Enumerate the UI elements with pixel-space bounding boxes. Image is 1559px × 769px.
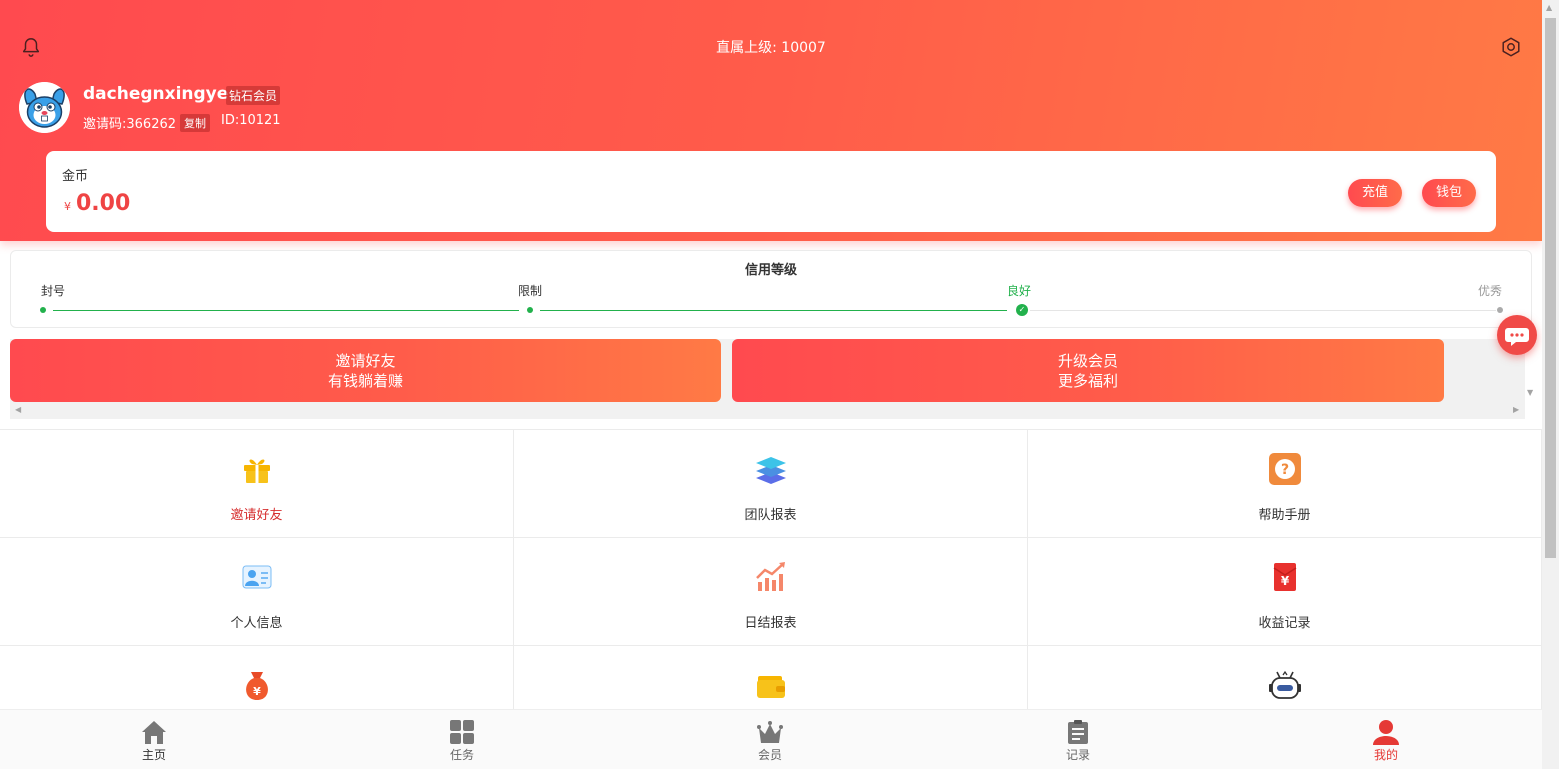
menu-label: 团队报表 — [744, 508, 797, 523]
credit-current-check-icon: ✓ — [1016, 304, 1028, 316]
money-bag-icon: ¥ — [245, 672, 268, 700]
profile-header: 直属上级: 10007 dachegnxingye 钻石会员 邀请码:36626 — [0, 0, 1542, 241]
layers-icon — [755, 457, 786, 484]
gear-icon[interactable] — [1500, 36, 1522, 58]
feature-menu-grid: 邀请好友 团队报表 ? 帮助手册 个人信息 日结报表 ¥ 收益记录 ¥ — [0, 429, 1542, 754]
menu-team-report[interactable]: 团队报表 — [514, 430, 1028, 538]
avatar[interactable] — [19, 82, 70, 133]
grid-icon — [450, 720, 474, 744]
banner-subtitle: 更多福利 — [1057, 372, 1118, 390]
scroll-down-arrow-icon[interactable]: ▼ — [1527, 388, 1533, 397]
banner-title: 邀请好友 — [335, 352, 396, 370]
menu-personal-info[interactable]: 个人信息 — [0, 538, 514, 646]
crown-icon — [757, 721, 783, 743]
banner-title: 升级会员 — [1057, 352, 1118, 370]
red-envelope-icon: ¥ — [1273, 563, 1296, 591]
page-vertical-scrollbar[interactable]: ▲ — [1542, 0, 1559, 769]
home-icon — [142, 721, 166, 744]
credit-remaining-line — [1030, 310, 1496, 311]
scroll-right-arrow-icon[interactable]: ▶ — [1513, 405, 1519, 414]
scroll-up-arrow-icon[interactable]: ▲ — [1546, 3, 1552, 12]
tab-label: 我的 — [1373, 748, 1398, 762]
coin-balance-card: 金币 ¥0.00 充值 钱包 — [46, 151, 1496, 232]
menu-help-manual[interactable]: ? 帮助手册 — [1028, 430, 1542, 538]
robot-icon — [1268, 670, 1301, 699]
help-icon: ? — [1268, 453, 1301, 485]
copy-invite-code-button[interactable]: 复制 — [180, 114, 210, 132]
menu-label: 收益记录 — [1258, 616, 1311, 631]
currency-symbol: ¥ — [64, 200, 71, 213]
svg-text:¥: ¥ — [1280, 574, 1289, 588]
scrollbar-thumb[interactable] — [1545, 18, 1556, 558]
superior-id-text: 直属上级: 10007 — [716, 40, 826, 56]
app-root: 直属上级: 10007 dachegnxingye 钻石会员 邀请码:36626 — [0, 0, 1542, 769]
credit-level-banned: 封号 — [41, 284, 66, 298]
tab-tasks[interactable]: 任务 — [308, 710, 616, 769]
tab-member[interactable]: 会员 — [616, 710, 924, 769]
username: dachegnxingye — [83, 84, 229, 104]
menu-daily-report[interactable]: 日结报表 — [514, 538, 1028, 646]
wallet-button[interactable]: 钱包 — [1422, 179, 1477, 207]
upgrade-member-banner[interactable]: 升级会员 更多福利 — [732, 339, 1444, 402]
user-id-text: ID:10121 — [221, 113, 281, 128]
scroll-left-arrow-icon[interactable]: ◀ — [15, 405, 21, 414]
tab-label: 任务 — [449, 748, 474, 762]
tab-home[interactable]: 主页 — [0, 710, 308, 769]
menu-earnings-record[interactable]: ¥ 收益记录 — [1028, 538, 1542, 646]
bottom-tab-bar: 主页 任务 会员 记录 我的 — [0, 709, 1542, 769]
coin-label: 金币 — [62, 169, 89, 184]
banner-subtitle: 有钱躺着赚 — [327, 372, 403, 390]
invite-friends-banner[interactable]: 邀请好友 有钱躺着赚 — [10, 339, 721, 402]
chat-bubble-icon — [1505, 328, 1529, 346]
credit-step-dot — [527, 307, 533, 313]
menu-invite-friends[interactable]: 邀请好友 — [0, 430, 514, 538]
customer-service-chat-button[interactable] — [1497, 315, 1537, 355]
vip-level-badge: 钻石会员 — [226, 86, 281, 105]
tab-label: 主页 — [141, 748, 166, 762]
chart-up-icon — [755, 562, 785, 591]
credit-step-dot — [40, 307, 46, 313]
credit-level-restricted: 限制 — [518, 284, 543, 298]
credit-progress-line — [53, 310, 519, 311]
id-card-icon — [242, 565, 271, 589]
tab-records[interactable]: 记录 — [924, 710, 1232, 769]
clipboard-icon — [1068, 720, 1088, 744]
svg-text:¥: ¥ — [253, 685, 261, 698]
credit-level-card: 信用等级 封号 限制 良好 优秀 ✓ — [10, 250, 1532, 328]
recharge-button[interactable]: 充值 — [1348, 179, 1403, 207]
gift-icon — [243, 459, 270, 483]
tab-label: 记录 — [1065, 748, 1090, 762]
tab-mine[interactable]: 我的 — [1232, 710, 1540, 769]
menu-label: 日结报表 — [744, 616, 797, 631]
credit-step-dot — [1497, 307, 1503, 313]
wallet-icon — [756, 676, 785, 698]
credit-progress-line — [540, 310, 1007, 311]
coin-amount-value: 0.00 — [76, 191, 131, 216]
credit-level-good: 良好 — [1007, 284, 1032, 298]
rabbit-avatar-icon — [19, 82, 70, 133]
credit-level-title: 信用等级 — [744, 263, 797, 278]
menu-label: 帮助手册 — [1258, 508, 1311, 523]
invite-code-text: 邀请码:366262 — [83, 117, 177, 132]
user-icon — [1373, 720, 1399, 745]
menu-label: 个人信息 — [230, 616, 283, 631]
menu-label: 邀请好友 — [230, 508, 283, 523]
svg-text:?: ? — [1280, 462, 1288, 478]
coin-amount: ¥0.00 — [64, 191, 130, 216]
tab-label: 会员 — [757, 748, 782, 762]
promo-banner-scroller[interactable]: 邀请好友 有钱躺着赚 升级会员 更多福利 ◀ ▶ ▼ — [10, 339, 1533, 419]
credit-level-excellent: 优秀 — [1478, 284, 1503, 298]
